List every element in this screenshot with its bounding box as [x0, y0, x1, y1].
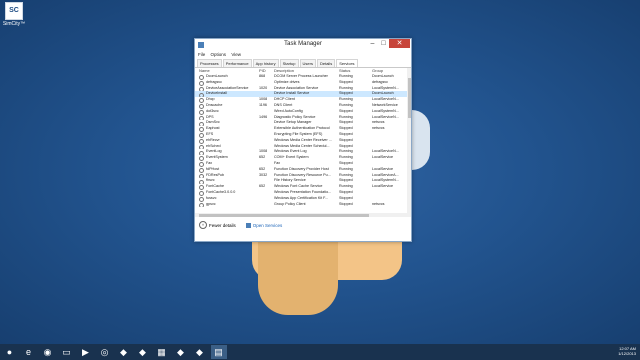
system-tray[interactable]: 12:07 AM 1/12/2013: [618, 346, 636, 356]
service-name-cell: gpsvc: [195, 202, 259, 208]
clock-date: 1/12/2013: [618, 351, 636, 356]
tab-app-history[interactable]: App history: [252, 59, 279, 67]
ie-icon[interactable]: e: [21, 345, 37, 359]
services-list: Name PID Description Status Group DcomLa…: [195, 68, 411, 217]
footer: ˄ Fewer details Open Services: [195, 217, 411, 233]
table-row[interactable]: gpsvc Group Policy Client Stopped netsvcs: [195, 202, 411, 208]
explorer-icon[interactable]: ▭: [59, 345, 75, 359]
task-manager-icon[interactable]: ▤: [210, 345, 227, 359]
menu-options[interactable]: Options: [211, 52, 227, 57]
service-description: Group Policy Client: [274, 201, 306, 206]
vertical-scroll-thumb[interactable]: [407, 78, 411, 118]
start-orb-icon[interactable]: ●: [2, 345, 18, 359]
vertical-scrollbar[interactable]: [407, 68, 411, 217]
taskbar: ● e ◉ ▭ ▶ ◎ ◆ ◆ ▦ ◆ ◆ ▤ 12:07 AM 1/12/2013: [0, 344, 640, 360]
steam-icon[interactable]: ◎: [97, 345, 113, 359]
menu-file[interactable]: File: [198, 52, 205, 57]
desktop-icon-label: SimCity™: [2, 21, 26, 27]
title-bar[interactable]: Task Manager – □ ✕: [195, 39, 411, 51]
minecraft-icon[interactable]: ▦: [154, 345, 170, 359]
tab-services[interactable]: Services: [336, 59, 358, 67]
desktop-icon-simcity[interactable]: SC SimCity™: [2, 2, 26, 27]
menu-bar: File Options View: [195, 51, 411, 59]
minimize-button[interactable]: –: [367, 39, 378, 48]
tab-startup[interactable]: Startup: [279, 59, 299, 67]
service-status: Stopped: [339, 201, 353, 206]
media-icon[interactable]: ▶: [78, 345, 94, 359]
taskbar-items: ● e ◉ ▭ ▶ ◎ ◆ ◆ ▦ ◆ ◆ ▤: [0, 345, 228, 359]
chrome-icon[interactable]: ◉: [40, 345, 56, 359]
open-services-link[interactable]: Open Services: [253, 223, 283, 228]
app-icon[interactable]: ◆: [135, 345, 151, 359]
app-icon[interactable]: ◆: [173, 345, 189, 359]
app-icon[interactable]: ◆: [116, 345, 132, 359]
horizontal-scroll-thumb[interactable]: [199, 213, 369, 217]
menu-view[interactable]: View: [231, 52, 241, 57]
service-pid: [259, 202, 274, 208]
app-icon[interactable]: ◆: [192, 345, 208, 359]
service-group: netsvcs: [372, 201, 385, 206]
tab-users[interactable]: Users: [299, 59, 316, 67]
desktop: SC SimCity™ Task Manager – □ ✕ File Opti…: [0, 0, 640, 344]
maximize-button[interactable]: □: [378, 39, 389, 48]
close-button[interactable]: ✕: [389, 39, 410, 48]
fewer-details-link[interactable]: Fewer details: [209, 223, 236, 228]
tab-strip: Processes Performance App history Startu…: [195, 59, 411, 68]
tab-details[interactable]: Details: [316, 59, 336, 67]
task-manager-window: Task Manager – □ ✕ File Options View Pro…: [194, 38, 412, 242]
horizontal-scrollbar[interactable]: [195, 213, 407, 217]
service-name: gpsvc: [206, 201, 216, 206]
tab-performance[interactable]: Performance: [222, 59, 252, 67]
tab-processes[interactable]: Processes: [197, 59, 222, 67]
services-rows: DcomLaunch 868 DCOM Server Process Launche…: [195, 74, 411, 208]
gear-icon: [199, 202, 204, 208]
services-icon: [245, 222, 251, 228]
simcity-icon: SC: [5, 2, 23, 20]
chevron-up-icon[interactable]: ˄: [199, 221, 207, 229]
